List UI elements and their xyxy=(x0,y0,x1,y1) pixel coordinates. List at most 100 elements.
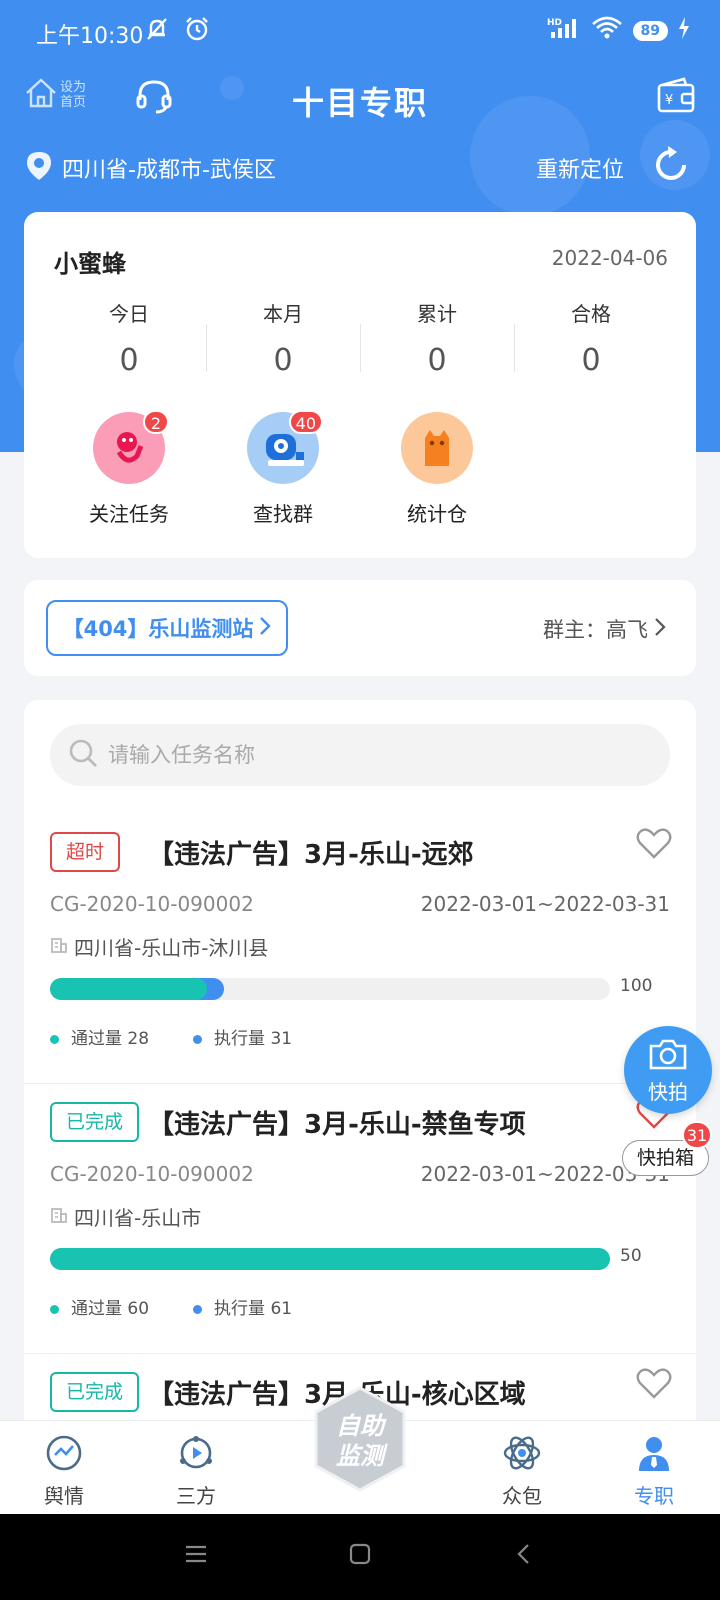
building-icon xyxy=(50,1205,68,1229)
stat-label: 合格 xyxy=(571,302,611,326)
stat-qualified: 合格 0 xyxy=(514,298,668,378)
user-name: 小蜜蜂 xyxy=(54,250,126,278)
home-nav-icon[interactable] xyxy=(348,1542,372,1570)
snapbox-button[interactable]: 快拍箱 31 xyxy=(622,1121,713,1176)
station-name: 【404】乐山监测站 xyxy=(62,617,254,641)
mute-icon xyxy=(142,14,172,50)
task-period: 2022-03-01~2022-03-31 xyxy=(420,892,670,916)
summary-card: 小蜜蜂 2022-04-06 今日 0 本月 0 累计 0 合格 0 2 关注任… xyxy=(24,212,696,558)
current-location: 四川省-成都市-武侯区 xyxy=(62,158,276,183)
stat-total: 累计 0 xyxy=(360,298,514,378)
stat-label: 本月 xyxy=(263,302,303,326)
status-tag: 已完成 xyxy=(50,1372,140,1412)
task-code: CG-2020-10-090002 xyxy=(50,892,254,916)
task-total: 50 xyxy=(620,1246,642,1266)
shortcut-find-group[interactable]: 40 查找群 xyxy=(206,410,360,527)
task-title: 【违法广告】3月-乐山-禁鱼专项 xyxy=(148,1110,526,1140)
status-tag: 已完成 xyxy=(50,1102,140,1142)
shortcut-label: 关注任务 xyxy=(89,502,169,526)
search-bar xyxy=(50,724,670,786)
blue-dot-icon xyxy=(193,1034,203,1044)
task-title: 【违法广告】3月-乐山-远郊 xyxy=(148,840,474,870)
pass-count: 通过量 28 xyxy=(71,1029,150,1049)
quick-snap-label: 快拍 xyxy=(648,1080,688,1104)
chevron-right-icon xyxy=(259,616,272,641)
task-total: 100 xyxy=(620,976,653,996)
wifi-icon xyxy=(591,16,623,46)
refresh-location-icon[interactable] xyxy=(650,144,692,192)
task-item[interactable]: 已完成 【违法广告】3月-乐山-禁鱼专项 CG-2020-10-090002 2… xyxy=(24,1080,696,1354)
summary-date: 2022-04-06 xyxy=(551,246,668,270)
shortcut-stats-warehouse[interactable]: 统计仓 xyxy=(360,412,514,527)
status-tag: 超时 xyxy=(50,832,121,872)
tab-fulltime[interactable]: 专职 xyxy=(604,1433,704,1509)
cheer-mascot-icon: 2 xyxy=(93,410,169,484)
wallet-button[interactable]: ¥ xyxy=(656,76,696,120)
teal-dot-icon xyxy=(50,1034,59,1044)
search-input[interactable] xyxy=(108,743,608,767)
task-location-text: 四川省-乐山市-沐川县 xyxy=(74,936,269,960)
signal-icon: HD xyxy=(547,16,581,46)
location-pin-icon xyxy=(24,150,54,188)
tab-label: 众包 xyxy=(502,1484,542,1508)
page-title: 十目专职 xyxy=(291,84,428,122)
progress-bar xyxy=(50,1248,610,1270)
stat-label: 累计 xyxy=(417,302,457,326)
task-location: 四川省-乐山市 xyxy=(50,1202,201,1231)
snapbox-label: 快拍箱 xyxy=(637,1147,695,1169)
tab-label: 专职 xyxy=(634,1484,674,1508)
tab-third-party[interactable]: 三方 xyxy=(146,1433,246,1509)
pass-progress xyxy=(50,978,207,1000)
svg-text:¥: ¥ xyxy=(665,93,673,108)
shortcut-followed-tasks[interactable]: 2 关注任务 xyxy=(52,410,206,527)
shortcut-row: 2 关注任务 40 查找群 统计仓 xyxy=(52,410,514,527)
self-monitor-label-line2: 监测 xyxy=(336,1442,388,1470)
heart-icon[interactable] xyxy=(636,1368,672,1404)
task-list-card: 超时 【违法广告】3月-乐山-远郊 CG-2020-10-090002 2022… xyxy=(24,700,696,1420)
teal-dot-icon xyxy=(50,1304,59,1314)
heart-icon[interactable] xyxy=(636,828,672,864)
legend-exec: 执行量 61 xyxy=(193,1294,292,1319)
search-icon xyxy=(68,738,98,772)
chevron-right-icon xyxy=(654,617,666,642)
tab-label: 舆情 xyxy=(44,1484,84,1508)
self-monitor-button[interactable]: 自助 监测 xyxy=(310,1384,410,1494)
progress-bar xyxy=(50,978,610,1000)
menu-icon[interactable] xyxy=(184,1542,208,1570)
sentiment-icon xyxy=(44,1435,84,1478)
legend-pass: 通过量 60 xyxy=(50,1294,149,1319)
group-owner-link[interactable]: 群主：高飞 xyxy=(543,614,666,644)
task-code: CG-2020-10-090002 xyxy=(50,1162,254,1186)
stat-value: 0 xyxy=(581,343,601,378)
snapbox-badge: 31 xyxy=(682,1121,713,1149)
back-icon[interactable] xyxy=(512,1542,536,1570)
station-card: 【404】乐山监测站 群主：高飞 xyxy=(24,580,696,676)
building-icon xyxy=(50,935,68,959)
stat-value: 0 xyxy=(273,343,293,378)
pass-progress xyxy=(50,1248,610,1270)
camera-icon xyxy=(624,1026,712,1074)
charging-icon xyxy=(678,17,690,45)
stats-row: 今日 0 本月 0 累计 0 合格 0 xyxy=(52,298,668,378)
task-item[interactable]: 超时 【违法广告】3月-乐山-远郊 CG-2020-10-090002 2022… xyxy=(24,810,696,1084)
notification-badge: 40 xyxy=(288,410,323,434)
legend-exec: 执行量 31 xyxy=(193,1024,292,1049)
station-selector-button[interactable]: 【404】乐山监测站 xyxy=(46,600,288,656)
third-party-icon xyxy=(176,1436,216,1478)
tab-crowdsource[interactable]: 众包 xyxy=(472,1433,572,1509)
stat-value: 0 xyxy=(427,343,447,378)
robot-icon: 40 xyxy=(247,410,323,484)
blue-dot-icon xyxy=(193,1304,203,1314)
shortcut-label: 统计仓 xyxy=(407,502,467,526)
self-monitor-label-line1: 自助 xyxy=(336,1412,387,1440)
tab-sentiment[interactable]: 舆情 xyxy=(14,1433,114,1509)
network-type-label: HD xyxy=(547,18,562,28)
battery-indicator: 89 xyxy=(632,21,668,41)
pass-count: 通过量 60 xyxy=(71,1299,150,1319)
location-bar: 四川省-成都市-武侯区 重新定位 xyxy=(0,140,720,192)
progress-legend: 通过量 28 执行量 31 xyxy=(50,1024,292,1049)
exec-count: 执行量 31 xyxy=(214,1029,293,1049)
relocate-button[interactable]: 重新定位 xyxy=(536,152,624,184)
quick-snap-button[interactable]: 快拍 xyxy=(624,1026,712,1114)
status-time: 上午10:30 xyxy=(36,24,144,49)
